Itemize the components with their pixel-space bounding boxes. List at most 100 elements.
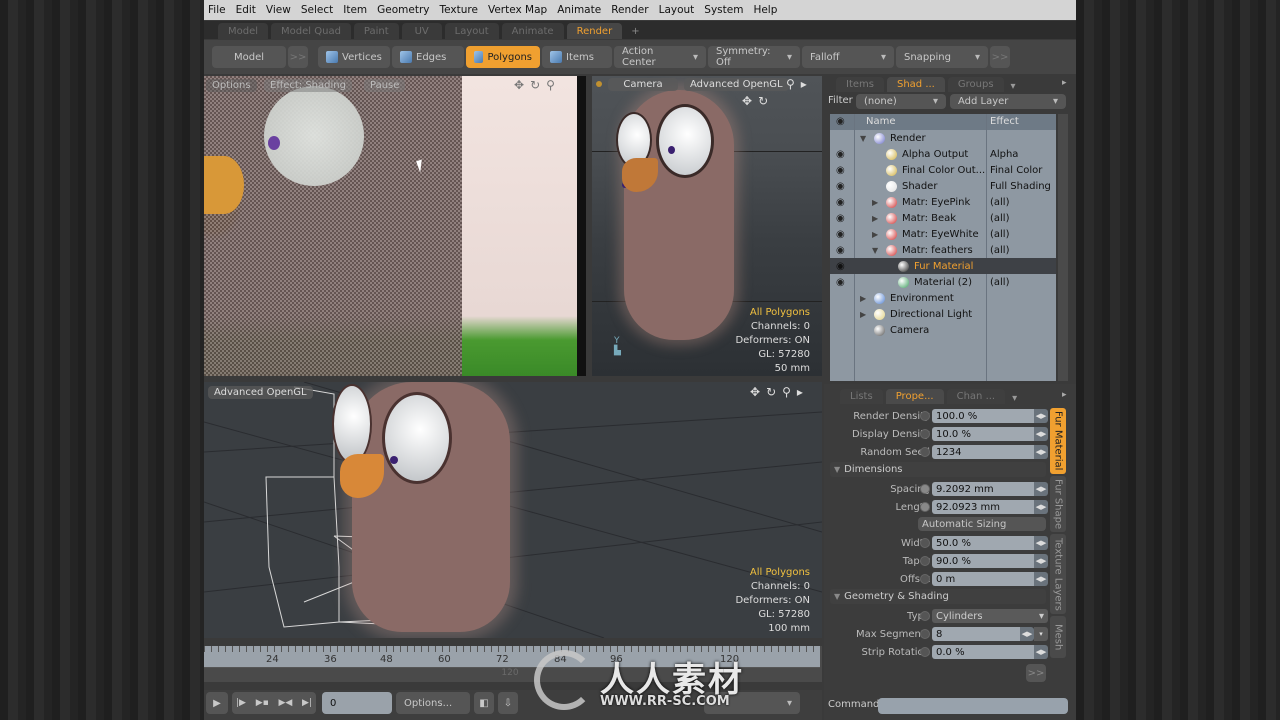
rotate-view-icon[interactable]: ↻ bbox=[766, 385, 776, 399]
falloff-dropdown[interactable]: Falloff bbox=[802, 46, 894, 68]
command-input[interactable] bbox=[878, 698, 1068, 714]
shader-tab-0[interactable]: Items bbox=[836, 77, 884, 92]
props-tab-2[interactable]: Chan ... bbox=[946, 389, 1006, 404]
filter-dropdown[interactable]: (none) bbox=[856, 94, 946, 109]
spinner-icon[interactable]: ◀▶ bbox=[1034, 645, 1048, 659]
menu-vertex-map[interactable]: Vertex Map bbox=[488, 4, 547, 16]
animate-dot-icon[interactable] bbox=[920, 611, 930, 621]
animate-dot-icon[interactable] bbox=[920, 556, 930, 566]
expand-arrow-icon[interactable]: ▶ bbox=[872, 198, 878, 207]
visibility-eye-icon[interactable]: ◉ bbox=[836, 165, 845, 176]
action-center-dropdown[interactable]: Action Center bbox=[614, 46, 706, 68]
go-to-end-icon[interactable]: ▶| bbox=[302, 698, 312, 708]
layout-tab-model-quad[interactable]: Model Quad bbox=[271, 23, 351, 39]
section-collapse-icon[interactable]: ▼ bbox=[834, 465, 840, 474]
spinner-icon[interactable]: ◀▶ bbox=[1034, 554, 1048, 568]
spinner-icon[interactable]: ◀▶ bbox=[1034, 500, 1048, 514]
shader-tree-row[interactable]: ◉ ▶ Matr: EyeWhite (all) bbox=[830, 226, 1056, 242]
toolbar-more-button[interactable]: >> bbox=[288, 46, 308, 68]
camera-shading-mode[interactable]: Advanced OpenGL bbox=[684, 78, 789, 91]
shader-tree-row[interactable]: ◉ ▶ Matr: Beak (all) bbox=[830, 210, 1056, 226]
render-preview-viewport[interactable]: Options Effect: Shading Pause ✥ ↻ ⚲ bbox=[204, 76, 586, 376]
move-view-icon[interactable]: ✥ bbox=[514, 78, 524, 92]
viewport-menu-arrow-icon[interactable]: ▸ bbox=[797, 385, 803, 399]
menu-file[interactable]: File bbox=[208, 4, 226, 16]
animate-dot-icon[interactable] bbox=[920, 484, 930, 494]
prop-dropdown[interactable]: Cylinders ▾ bbox=[932, 609, 1048, 623]
prop-field[interactable]: 0 m bbox=[932, 572, 1034, 586]
menu-item[interactable]: Item bbox=[343, 4, 367, 16]
visibility-eye-icon[interactable]: ◉ bbox=[836, 229, 845, 240]
shader-tree-scrollbar[interactable] bbox=[1058, 114, 1068, 381]
animate-dot-icon[interactable] bbox=[920, 502, 930, 512]
properties-more-button[interactable]: >> bbox=[1026, 664, 1046, 682]
menu-system[interactable]: System bbox=[704, 4, 743, 16]
shader-tree-row[interactable]: ◉ Fur Material bbox=[830, 258, 1056, 274]
options-button[interactable]: Options... bbox=[396, 692, 470, 714]
toolbar-more-button-2[interactable]: >> bbox=[990, 46, 1010, 68]
expand-arrow-icon[interactable]: ▶ bbox=[872, 230, 878, 239]
automatic-sizing-button[interactable]: Automatic Sizing bbox=[918, 517, 1046, 531]
layout-tab-uv[interactable]: UV bbox=[401, 23, 442, 39]
tabs-overflow-icon[interactable]: ▾ bbox=[1008, 393, 1021, 404]
animate-dot-icon[interactable] bbox=[920, 411, 930, 421]
menu-geometry[interactable]: Geometry bbox=[377, 4, 429, 16]
side-tab-fur-material[interactable]: Fur Material bbox=[1050, 408, 1066, 474]
menu-help[interactable]: Help bbox=[753, 4, 777, 16]
layout-tab-layout[interactable]: Layout bbox=[444, 23, 499, 39]
props-tab-0[interactable]: Lists bbox=[840, 389, 883, 404]
animate-dot-icon[interactable] bbox=[920, 429, 930, 439]
layout-tab-animate[interactable]: Animate bbox=[501, 23, 564, 39]
effect-column-header[interactable]: Effect bbox=[990, 116, 1019, 127]
section-collapse-icon[interactable]: ▼ bbox=[834, 592, 840, 601]
animate-dot-icon[interactable] bbox=[920, 629, 930, 639]
visibility-eye-icon[interactable]: ◉ bbox=[836, 277, 845, 288]
spinner-icon[interactable]: ◀▶ bbox=[1034, 482, 1048, 496]
prop-field[interactable]: 10.0 % bbox=[932, 427, 1034, 441]
layout-tab-render[interactable]: Render bbox=[566, 23, 623, 39]
visibility-eye-icon[interactable]: ◉ bbox=[836, 149, 845, 160]
zoom-view-icon[interactable]: ⚲ bbox=[782, 385, 791, 399]
camera-viewport[interactable]: Camera Advanced OpenGL ⚲ ▸ ✥ ↻ Y ▙ All Poly… bbox=[592, 76, 822, 376]
snapping-dropdown[interactable]: Snapping bbox=[896, 46, 988, 68]
menu-texture[interactable]: Texture bbox=[440, 4, 478, 16]
perspective-viewport[interactable]: Advanced OpenGL ✥ ↻ ⚲ ▸ All Polygons Channe… bbox=[204, 382, 822, 638]
prop-field[interactable]: 0.0 % bbox=[932, 645, 1034, 659]
auto-key-icon[interactable]: ⇩ bbox=[498, 692, 518, 714]
menu-select[interactable]: Select bbox=[301, 4, 333, 16]
camera-selector[interactable]: Camera bbox=[608, 78, 678, 91]
animate-dot-icon[interactable] bbox=[920, 574, 930, 584]
layout-tab-paint[interactable]: Paint bbox=[353, 23, 399, 39]
shader-tree-row[interactable]: ◉ Material (2) (all) bbox=[830, 274, 1056, 290]
vertices-button[interactable]: Vertices bbox=[318, 46, 390, 68]
zoom-view-icon[interactable]: ⚲ bbox=[546, 78, 555, 92]
shader-tree-row[interactable]: ▶ Directional Light bbox=[830, 306, 1056, 322]
animate-dot-icon[interactable] bbox=[920, 538, 930, 548]
side-tab-texture-layers[interactable]: Texture Layers bbox=[1050, 534, 1066, 614]
expand-arrow-icon[interactable]: ▼ bbox=[872, 246, 878, 255]
dropdown-arrow-icon[interactable]: ▾ bbox=[1034, 627, 1048, 641]
menu-render[interactable]: Render bbox=[611, 4, 648, 16]
section-dimensions[interactable]: ▼ Dimensions bbox=[830, 462, 1046, 477]
preview-options-button[interactable]: Options bbox=[206, 79, 257, 92]
move-view-icon[interactable]: ✥ bbox=[750, 385, 760, 399]
next-key-icon[interactable]: ▶◀ bbox=[278, 698, 292, 708]
animate-dot-icon[interactable] bbox=[920, 447, 930, 457]
props-tab-1[interactable]: Prope... bbox=[885, 389, 944, 404]
prop-field[interactable]: 8 bbox=[932, 627, 1020, 641]
add-layer-dropdown[interactable]: Add Layer bbox=[950, 94, 1066, 109]
side-tab-fur-shape[interactable]: Fur Shape bbox=[1050, 476, 1066, 532]
expand-arrow-icon[interactable]: ▶ bbox=[860, 294, 866, 303]
step-back-icon[interactable]: |▶ bbox=[236, 698, 246, 708]
visibility-eye-icon[interactable]: ◉ bbox=[836, 261, 845, 272]
spinner-icon[interactable]: ◀▶ bbox=[1020, 627, 1034, 641]
model-mode-button[interactable]: Model bbox=[212, 46, 286, 68]
menu-edit[interactable]: Edit bbox=[236, 4, 256, 16]
prop-field[interactable]: 9.2092 mm bbox=[932, 482, 1034, 496]
spinner-icon[interactable]: ◀▶ bbox=[1034, 409, 1048, 423]
persp-shading-mode[interactable]: Advanced OpenGL bbox=[208, 386, 313, 399]
spinner-icon[interactable]: ◀▶ bbox=[1034, 536, 1048, 550]
name-column-header[interactable]: Name bbox=[866, 116, 896, 127]
spinner-icon[interactable]: ◀▶ bbox=[1034, 572, 1048, 586]
spinner-icon[interactable]: ◀▶ bbox=[1034, 445, 1048, 459]
